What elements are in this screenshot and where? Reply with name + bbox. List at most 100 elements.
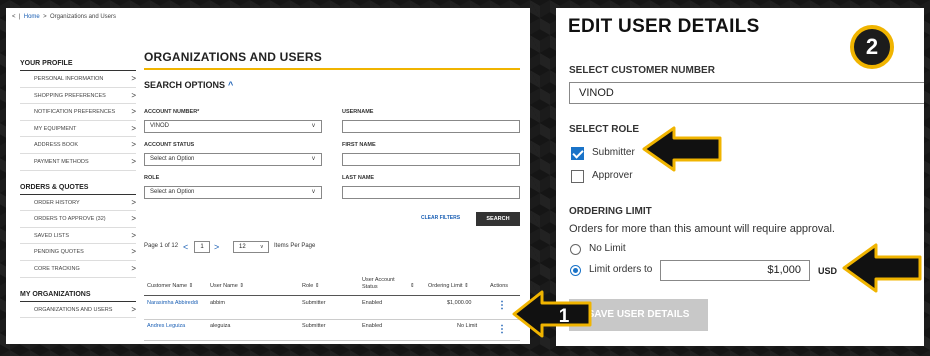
ordering-limit-note: Orders for more than this amount will re… bbox=[569, 223, 835, 235]
back-icon[interactable]: < bbox=[12, 14, 16, 20]
first-name-input[interactable] bbox=[342, 153, 520, 166]
chevron-down-icon: v bbox=[312, 156, 315, 162]
account-number-value: VINOD bbox=[150, 123, 170, 129]
customer-name-link[interactable]: Narasimha Abbireddi bbox=[147, 300, 202, 307]
sidebar-heading-orders: ORDERS & QUOTES bbox=[20, 182, 136, 195]
chevron-right-icon: > bbox=[131, 247, 136, 257]
column-header-ordering-limit[interactable]: Ordering Limit ⇕ bbox=[428, 283, 469, 290]
sidebar-item-organizations-and-users[interactable]: Organizations and Users > bbox=[20, 302, 136, 319]
sort-icon[interactable]: ⇕ bbox=[410, 283, 415, 290]
limit-amount-input[interactable]: $1,000 bbox=[660, 260, 810, 281]
submitter-label: Submitter bbox=[592, 147, 635, 158]
pagination-text: Page 1 of 12 bbox=[144, 243, 179, 249]
account-number-select[interactable]: VINOD v bbox=[144, 120, 322, 133]
column-header-account-status[interactable]: User Account Status bbox=[362, 277, 402, 291]
customer-number-label: SELECT CUSTOMER NUMBER bbox=[569, 65, 715, 76]
sidebar-item-label: Pending Quotes bbox=[34, 249, 84, 256]
sidebar-item-pending-quotes[interactable]: Pending Quotes > bbox=[20, 244, 136, 261]
last-name-label: LAST NAME bbox=[342, 175, 375, 181]
arrow-left-icon bbox=[642, 126, 722, 172]
chevron-right-icon: > bbox=[131, 214, 136, 224]
chevron-right-icon: > bbox=[131, 263, 136, 273]
chevron-right-icon[interactable]: > bbox=[214, 242, 219, 252]
column-header-user-name[interactable]: User Name ⇕ bbox=[210, 283, 244, 290]
column-label: Customer Name bbox=[147, 283, 188, 289]
sidebar-item-label: My Equipment bbox=[34, 125, 77, 132]
account-status-select[interactable]: Select an Option v bbox=[144, 153, 322, 166]
user-name-cell: abbim bbox=[210, 300, 225, 306]
account-sidebar: YOUR PROFILE Personal Information > Shopp… bbox=[20, 58, 136, 319]
callout-arrow-1: 1 bbox=[512, 290, 592, 338]
main-content: ORGANIZATIONS AND USERS SEARCH OPTIONS ^ bbox=[144, 50, 520, 90]
sidebar-item-payment-methods[interactable]: Payment Methods > bbox=[20, 154, 136, 171]
customer-name-link[interactable]: Andres Leguiza bbox=[147, 323, 185, 330]
sidebar-item-address-book[interactable]: Address Book > bbox=[20, 137, 136, 154]
sidebar-item-label: Address Book bbox=[34, 142, 79, 149]
ordering-limit-cell: No Limit bbox=[457, 323, 478, 329]
last-name-input[interactable] bbox=[342, 186, 520, 199]
breadcrumb: < | Home > Organizations and Users bbox=[12, 14, 117, 20]
role-cell: Submitter bbox=[302, 323, 326, 329]
clear-filters-link[interactable]: CLEAR FILTERS bbox=[421, 215, 460, 221]
first-name-label: FIRST NAME bbox=[342, 142, 376, 148]
chevron-right-icon: > bbox=[131, 107, 136, 117]
sidebar-item-core-tracking[interactable]: Core Tracking > bbox=[20, 261, 136, 278]
column-header-customer-name[interactable]: Customer Name ⇕ bbox=[147, 283, 193, 290]
sidebar-item-my-equipment[interactable]: My Equipment > bbox=[20, 121, 136, 138]
sidebar-item-label: Saved Lists bbox=[34, 232, 70, 239]
chevron-right-icon: > bbox=[131, 90, 136, 100]
breadcrumb-home[interactable]: Home bbox=[24, 14, 40, 20]
role-cell: Submitter bbox=[302, 300, 326, 306]
approver-checkbox[interactable] bbox=[571, 170, 584, 183]
role-select[interactable]: Select an Option v bbox=[144, 186, 322, 199]
currency-label: USD bbox=[818, 266, 838, 276]
username-input[interactable] bbox=[342, 120, 520, 133]
callout-arrow-limit bbox=[842, 243, 922, 293]
chevron-right-icon: > bbox=[131, 74, 136, 83]
table-header-divider bbox=[144, 295, 520, 296]
status-cell: Enabled bbox=[362, 323, 383, 329]
submitter-checkbox[interactable] bbox=[571, 147, 584, 160]
sidebar-item-saved-lists[interactable]: Saved Lists > bbox=[20, 228, 136, 245]
more-actions-icon[interactable]: ⋮ bbox=[497, 325, 507, 335]
row-divider bbox=[144, 319, 520, 320]
chevron-right-icon: > bbox=[131, 140, 136, 150]
role-value: Select an Option bbox=[150, 189, 195, 195]
sidebar-item-shopping-preferences[interactable]: Shopping Preferences > bbox=[20, 88, 136, 105]
limit-orders-radio[interactable] bbox=[570, 265, 581, 276]
search-options-toggle[interactable]: SEARCH OPTIONS ^ bbox=[144, 80, 520, 90]
ordering-limit-cell: $1,000.00 bbox=[447, 300, 472, 306]
user-name-cell: aleguiza bbox=[210, 323, 231, 329]
approver-label: Approver bbox=[592, 170, 633, 181]
column-label: Role bbox=[302, 283, 314, 289]
column-header-actions: Actions bbox=[490, 283, 509, 289]
chevron-down-icon: v bbox=[312, 123, 315, 129]
step-1-number: 1 bbox=[559, 306, 570, 327]
sidebar-item-orders-to-approve[interactable]: Orders to Approve (32) > bbox=[20, 211, 136, 228]
sidebar-item-label: Shopping Preferences bbox=[34, 92, 106, 99]
sort-icon: ⇕ bbox=[314, 283, 320, 289]
breadcrumb-separator-icon: > bbox=[43, 14, 47, 20]
column-label: Ordering Limit bbox=[428, 283, 463, 289]
chevron-left-icon[interactable]: < bbox=[183, 242, 188, 252]
sidebar-item-personal-information[interactable]: Personal Information > bbox=[20, 71, 136, 88]
sort-icon: ⇕ bbox=[188, 283, 194, 289]
account-status-value: Select an Option bbox=[150, 156, 195, 162]
search-button[interactable]: SEARCH bbox=[476, 212, 520, 226]
chevron-right-icon: > bbox=[131, 197, 136, 207]
sidebar-item-label: Personal Information bbox=[34, 76, 104, 82]
more-actions-icon[interactable]: ⋮ bbox=[497, 301, 507, 311]
page-number-input[interactable]: 1 bbox=[194, 241, 210, 253]
items-per-page-select[interactable]: 12 v bbox=[233, 241, 269, 253]
page-title: ORGANIZATIONS AND USERS bbox=[144, 50, 520, 70]
sidebar-item-notification-preferences[interactable]: Notification Preferences > bbox=[20, 104, 136, 121]
no-limit-radio[interactable] bbox=[570, 244, 581, 255]
sidebar-item-label: Orders to Approve (32) bbox=[34, 216, 106, 223]
column-header-role[interactable]: Role ⇕ bbox=[302, 283, 319, 290]
sidebar-heading-organizations: MY ORGANIZATIONS bbox=[20, 289, 136, 302]
select-role-label: SELECT ROLE bbox=[569, 124, 640, 135]
arrow-left-icon bbox=[512, 290, 592, 338]
customer-number-select[interactable]: VINOD bbox=[569, 82, 924, 104]
sidebar-item-order-history[interactable]: Order History > bbox=[20, 195, 136, 212]
chevron-down-icon: v bbox=[312, 189, 315, 195]
